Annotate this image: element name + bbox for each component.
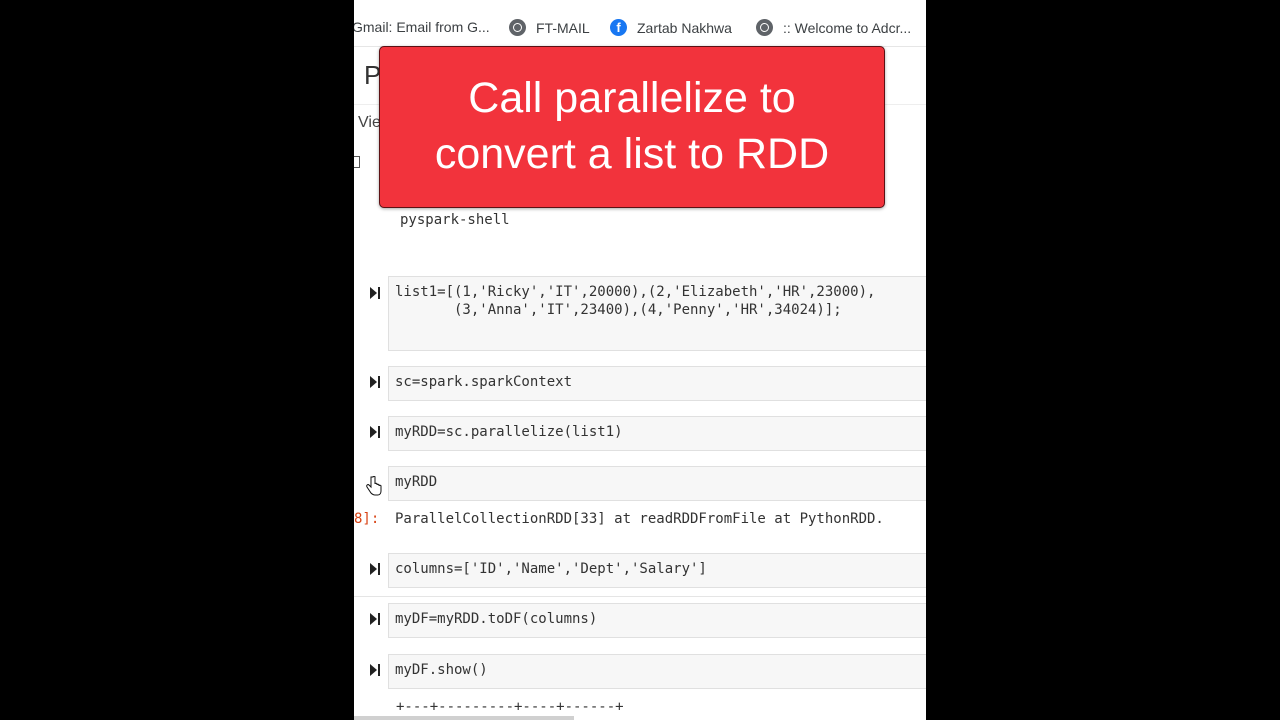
cell-output: ParallelCollectionRDD[33] at readRDDFrom… <box>395 511 884 527</box>
bookmark-label: Gmail: Email from G... <box>354 19 490 35</box>
code-cell-todf[interactable]: myDF=myRDD.toDF(columns) <box>388 603 926 638</box>
horizontal-scrollbar[interactable] <box>354 716 574 720</box>
bookmark-ft-mail[interactable]: FT-MAIL <box>509 19 590 36</box>
code-cell-columns[interactable]: columns=['ID','Name','Dept','Salary'] <box>388 553 926 588</box>
run-cell-button[interactable] <box>370 426 380 442</box>
run-cell-button[interactable] <box>370 376 380 392</box>
bookmark-label: FT-MAIL <box>536 19 590 36</box>
code-line: myRDD=sc.parallelize(list1) <box>395 424 623 440</box>
bookmark-adcr[interactable]: :: Welcome to Adcr... <box>756 19 911 36</box>
code-line: columns=['ID','Name','Dept','Salary'] <box>395 561 707 577</box>
run-cell-button[interactable] <box>370 664 380 680</box>
hand-cursor-icon <box>366 476 382 496</box>
menu-view[interactable]: Vie <box>358 114 381 132</box>
bookmark-gmail[interactable]: Gmail: Email from G... <box>354 19 490 35</box>
code-cell-sc[interactable]: sc=spark.sparkContext <box>388 366 926 401</box>
banner-line-2: convert a list to RDD <box>434 130 830 178</box>
play-icon <box>370 287 377 299</box>
code-line: list1=[(1,'Ricky','IT',20000),(2,'Elizab… <box>395 284 876 300</box>
bookmarks-bar: Gmail: Email from G... FT-MAIL f Zartab … <box>354 10 926 47</box>
facebook-icon: f <box>610 19 627 36</box>
globe-icon <box>756 19 773 36</box>
code-cell-show[interactable]: myDF.show() <box>388 654 926 689</box>
bookmark-label: Zartab Nakhwa <box>637 19 732 36</box>
play-icon <box>370 613 377 625</box>
code-cell-myrdd[interactable]: myRDD <box>388 466 926 501</box>
output-prompt: 8]: <box>354 511 380 527</box>
caption-banner: Call parallelize to convert a list to RD… <box>379 46 885 208</box>
play-icon <box>370 664 377 676</box>
code-line: (3,'Anna','IT',23400),(4,'Penny','HR',34… <box>395 302 842 318</box>
bookmark-label: :: Welcome to Adcr... <box>783 19 912 36</box>
run-cell-button[interactable] <box>370 563 380 579</box>
code-cell-list1[interactable]: list1=[(1,'Ricky','IT',20000),(2,'Elizab… <box>388 276 926 351</box>
code-line: sc=spark.sparkContext <box>395 374 573 390</box>
cell-divider <box>354 596 926 597</box>
code-cell-parallelize[interactable]: myRDD=sc.parallelize(list1) <box>388 416 926 451</box>
globe-icon <box>509 19 526 36</box>
play-icon <box>370 563 377 575</box>
play-icon <box>370 376 377 388</box>
bookmark-zartab-nakhwa[interactable]: f Zartab Nakhwa <box>610 19 732 36</box>
run-cell-button[interactable] <box>370 613 380 629</box>
dataframe-output-border: +---+---------+----+------+ <box>396 699 624 715</box>
code-line: myDF.show() <box>395 662 488 678</box>
code-line: myDF=myRDD.toDF(columns) <box>395 611 598 627</box>
markdown-cell-text: pyspark-shell <box>400 212 510 228</box>
code-line: myRDD <box>395 474 438 490</box>
banner-line-1: Call parallelize to <box>468 74 796 122</box>
play-icon <box>370 426 377 438</box>
run-cell-button[interactable] <box>370 287 380 303</box>
browser-viewport: Gmail: Email from G... FT-MAIL f Zartab … <box>354 0 926 720</box>
save-icon[interactable] <box>354 156 360 168</box>
